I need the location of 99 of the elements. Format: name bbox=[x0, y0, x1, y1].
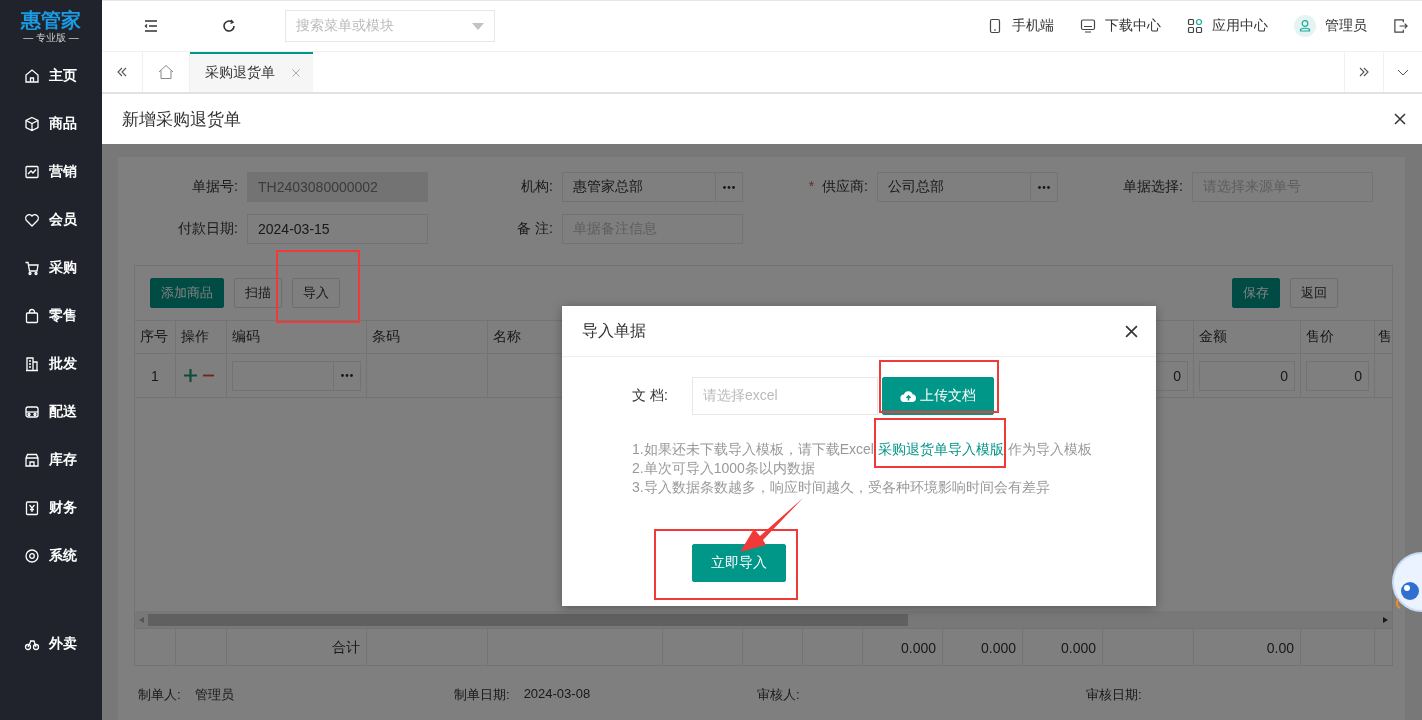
sidebar-item[interactable]: 财务 bbox=[0, 484, 102, 532]
total-value: 0.000 bbox=[980, 640, 1016, 656]
monitor-icon bbox=[1080, 18, 1096, 34]
page-title: 新增采购退货单 bbox=[122, 108, 241, 131]
top-link[interactable]: 下载中心 bbox=[1080, 17, 1161, 35]
apps-icon bbox=[1187, 18, 1203, 34]
sidebar-item[interactable]: 批发 bbox=[0, 340, 102, 388]
code-field[interactable] bbox=[232, 360, 361, 391]
toolbar-button[interactable]: 添加商品 bbox=[150, 278, 224, 308]
ellipsis-icon bbox=[723, 185, 735, 189]
number-field[interactable]: 0 bbox=[1306, 360, 1369, 391]
top-link[interactable]: 应用中心 bbox=[1187, 17, 1268, 35]
number-field[interactable]: 0 bbox=[1199, 360, 1295, 391]
double-chevron-left-icon bbox=[117, 67, 127, 77]
upload-button[interactable]: 上传文档 bbox=[882, 377, 994, 415]
ellipsis-icon bbox=[341, 374, 353, 377]
horizontal-scrollbar[interactable] bbox=[135, 611, 1392, 628]
store-icon bbox=[24, 452, 40, 468]
column-header: 售 bbox=[1378, 328, 1392, 346]
column-header: 编码 bbox=[232, 328, 260, 346]
dialog-title: 导入单据 bbox=[582, 320, 646, 341]
ellipsis-icon bbox=[1038, 185, 1050, 189]
menu-icon[interactable] bbox=[144, 20, 158, 32]
refresh-icon[interactable] bbox=[222, 19, 236, 33]
building-icon bbox=[24, 356, 40, 372]
note-text: 3.导入数据条数越多，响应时间越久，受各种环境影响时间会有差异 bbox=[632, 478, 1051, 497]
logout-icon[interactable] bbox=[1393, 18, 1408, 34]
note-text: 2.单次可导入1000条以内数据 bbox=[632, 459, 816, 478]
field-label: 机构: bbox=[521, 178, 553, 194]
toolbar-button[interactable]: 返回 bbox=[1290, 278, 1338, 308]
import-button[interactable]: 立即导入 bbox=[692, 544, 786, 582]
footer-label: 制单人: bbox=[138, 686, 181, 704]
floating-assistant-icon[interactable] bbox=[1392, 551, 1422, 613]
toolbar-button[interactable]: 保存 bbox=[1232, 278, 1280, 308]
heart-icon bbox=[24, 212, 40, 228]
footer-value: 2024-03-08 bbox=[523, 686, 591, 703]
phone-icon bbox=[987, 18, 1003, 34]
edition-label: — 专业版 — bbox=[23, 31, 79, 44]
footer-label: 审核日期: bbox=[1086, 686, 1142, 704]
field-label: 单据选择: bbox=[1123, 178, 1183, 194]
field-label: 供应商: bbox=[822, 178, 868, 194]
sidebar-item[interactable]: 主页 bbox=[0, 52, 102, 100]
add-row-icon[interactable] bbox=[184, 369, 197, 382]
close-icon[interactable] bbox=[1394, 113, 1406, 125]
money-icon bbox=[24, 500, 40, 516]
totals-label: 合计 bbox=[332, 639, 360, 657]
input-field[interactable]: 惠管家总部 bbox=[562, 172, 743, 202]
total-value: 0.000 bbox=[900, 640, 936, 656]
footer-label: 审核人: bbox=[757, 686, 800, 704]
sidebar-item[interactable]: 外卖 bbox=[0, 620, 102, 668]
row-number: 1 bbox=[151, 367, 159, 384]
caret-icon bbox=[472, 22, 484, 30]
cart-icon bbox=[24, 260, 40, 276]
column-header: 名称 bbox=[493, 328, 521, 346]
field-label: 备 注: bbox=[517, 220, 553, 236]
input-field[interactable]: 公司总部 bbox=[877, 172, 1058, 202]
close-icon[interactable] bbox=[1125, 324, 1138, 338]
sidebar-item[interactable]: 配送 bbox=[0, 388, 102, 436]
column-header: 序号 bbox=[140, 328, 168, 346]
sidebar-item[interactable]: 商品 bbox=[0, 100, 102, 148]
column-header: 售价 bbox=[1306, 328, 1334, 346]
double-chevron-right-icon bbox=[1359, 67, 1369, 77]
field-label: 文 档: bbox=[632, 387, 669, 405]
page-tab[interactable]: 采购退货单 bbox=[190, 52, 313, 92]
chart-icon bbox=[24, 164, 40, 180]
logo-text: 惠管家 bbox=[21, 8, 81, 31]
sidebar-item[interactable]: 采购 bbox=[0, 244, 102, 292]
sidebar-item[interactable]: 营销 bbox=[0, 148, 102, 196]
note-text: 1.如果还未下载导入模板，请下载Excel 采购退货单导入模版 作为导入模板 bbox=[632, 440, 1093, 459]
toolbar-button[interactable]: 扫描 bbox=[234, 278, 282, 308]
column-header: 条码 bbox=[372, 328, 400, 346]
field-label: 单据号: bbox=[192, 178, 238, 194]
user-avatar-icon bbox=[1294, 15, 1316, 37]
box-icon bbox=[24, 116, 40, 132]
sidebar-item[interactable]: 系统 bbox=[0, 532, 102, 580]
column-header: 金额 bbox=[1199, 328, 1227, 346]
toolbar-button[interactable]: 导入 bbox=[292, 278, 340, 308]
scroll-left-icon[interactable] bbox=[139, 616, 144, 623]
total-value: 0.00 bbox=[1266, 640, 1294, 656]
field-label: 付款日期: bbox=[178, 220, 238, 236]
template-link[interactable]: 采购退货单导入模版 bbox=[877, 441, 1004, 457]
required-mark: * bbox=[808, 178, 815, 194]
cloud-upload-icon bbox=[900, 390, 917, 402]
sidebar-item[interactable]: 会员 bbox=[0, 196, 102, 244]
sidebar-item[interactable]: 零售 bbox=[0, 292, 102, 340]
sidebar-item[interactable]: 库存 bbox=[0, 436, 102, 484]
footer-label: 制单日期: bbox=[454, 686, 510, 704]
gear-icon bbox=[24, 548, 40, 564]
footer-value: 管理员 bbox=[194, 686, 234, 704]
input-field[interactable]: 2024-03-15 bbox=[247, 214, 428, 244]
home-icon bbox=[24, 68, 40, 84]
column-header: 操作 bbox=[181, 328, 209, 346]
top-link[interactable]: 手机端 bbox=[987, 17, 1054, 35]
home-icon bbox=[158, 64, 174, 80]
scroll-right-icon[interactable] bbox=[1383, 616, 1388, 623]
bag-icon bbox=[24, 308, 40, 324]
user-menu[interactable]: 管理员 bbox=[1294, 15, 1367, 37]
total-value: 0.000 bbox=[1060, 640, 1096, 656]
chevron-down-icon bbox=[1397, 68, 1409, 76]
